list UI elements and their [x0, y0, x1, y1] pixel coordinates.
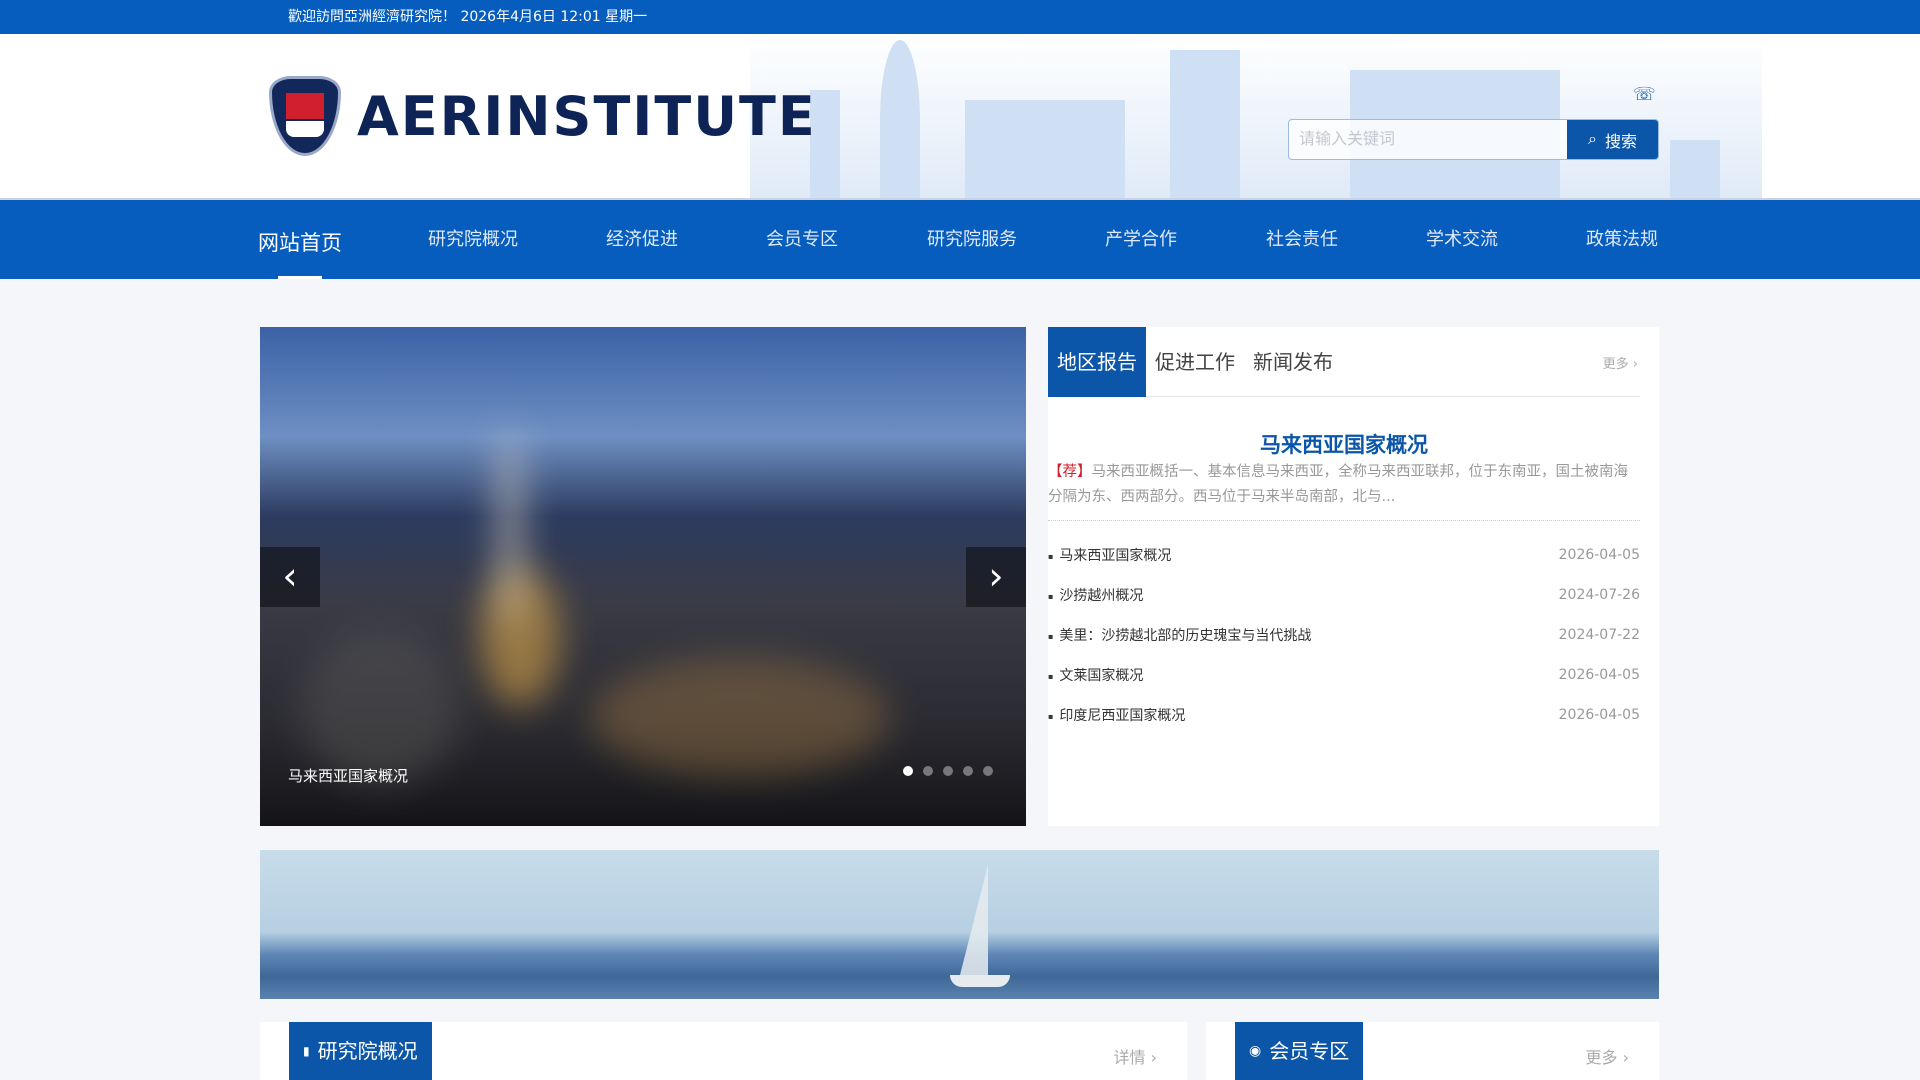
sailboat-banner[interactable]	[260, 850, 1659, 999]
slider-dot[interactable]	[943, 766, 953, 776]
slider-prev-button[interactable]: ‹	[260, 547, 320, 607]
featured-desc: 【荐】马来西亚概括一、基本信息马来西亚，全称马来西亚联邦，位于东南亚，国土被南海…	[1048, 460, 1640, 510]
item-title[interactable]: 美里：沙捞越北部的历史瑰宝与当代挑战	[1048, 625, 1311, 645]
about-card: ▮ 研究院概况 详情 ›	[260, 1022, 1187, 1080]
building-icon: ▮	[303, 1044, 310, 1058]
phone-icon[interactable]: ☏	[1633, 84, 1656, 105]
slider-dot[interactable]	[963, 766, 973, 776]
featured-title[interactable]: 马来西亚国家概况	[1048, 429, 1640, 459]
search-button[interactable]: ⌕ 搜索	[1567, 120, 1658, 159]
item-title[interactable]: 印度尼西亚国家概况	[1048, 705, 1185, 725]
item-title[interactable]: 文莱国家概况	[1048, 665, 1143, 685]
member-card: ◉ 会员专区 更多 ›	[1206, 1022, 1659, 1080]
search-input[interactable]	[1289, 120, 1567, 159]
sail-shape	[960, 865, 988, 975]
list-item[interactable]: 文莱国家概况 2026-04-05	[1048, 655, 1640, 695]
item-date: 2024-07-22	[1558, 627, 1640, 643]
slider-dot[interactable]	[983, 766, 993, 776]
slider-dot[interactable]	[903, 766, 913, 776]
emblem-icon	[269, 76, 341, 156]
nav-industry[interactable]: 产学合作	[1105, 200, 1177, 279]
about-card-title[interactable]: ▮ 研究院概况	[289, 1022, 432, 1080]
more-link[interactable]: 更多 ›	[1603, 353, 1638, 372]
logo[interactable]: AERINSTITUTE	[269, 76, 817, 156]
slider-dots	[903, 766, 993, 776]
tab-promotion[interactable]: 促进工作	[1146, 327, 1244, 397]
tab-press[interactable]: 新闻发布	[1244, 327, 1342, 397]
list-item[interactable]: 沙捞越州概况 2024-07-26	[1048, 575, 1640, 615]
list-item[interactable]: 美里：沙捞越北部的历史瑰宝与当代挑战 2024-07-22	[1048, 615, 1640, 655]
search-label: 搜索	[1604, 133, 1637, 151]
top-bar: 歡迎訪問亞洲經濟研究院！ 2026年4月6日 12:01 星期一	[0, 0, 1920, 34]
skyline-decoration	[750, 34, 1762, 198]
search-icon: ⌕	[1588, 130, 1597, 148]
nav-policy[interactable]: 政策法规	[1586, 200, 1658, 279]
news-tabs: 地区报告 促进工作 新闻发布	[1048, 327, 1640, 397]
nav-services[interactable]: 研究院服务	[927, 200, 1017, 279]
item-date: 2026-04-05	[1558, 667, 1640, 683]
nav-academic[interactable]: 学术交流	[1426, 200, 1498, 279]
list-item[interactable]: 马来西亚国家概况 2026-04-05	[1048, 535, 1640, 575]
nav-social[interactable]: 社会责任	[1266, 200, 1338, 279]
slider-next-button[interactable]: ›	[966, 547, 1026, 607]
nav-economy[interactable]: 经济促进	[606, 200, 678, 279]
search-box: ⌕ 搜索	[1288, 119, 1659, 160]
news-panel: 地区报告 促进工作 新闻发布 更多 › 马来西亚国家概况 【荐】马来西亚概括一、…	[1048, 327, 1659, 826]
welcome-text: 歡迎訪問亞洲經濟研究院！ 2026年4月6日 12:01 星期一	[288, 9, 648, 25]
item-date: 2026-04-05	[1558, 547, 1640, 563]
main-nav: 网站首页 研究院概况 经济促进 会员专区 研究院服务 产学合作 社会责任 学术交…	[0, 200, 1920, 279]
about-title-text: 研究院概况	[317, 1039, 418, 1063]
header: AERINSTITUTE ☏ ⌕ 搜索	[0, 34, 1920, 200]
slide-caption[interactable]: 马来西亚国家概况	[288, 765, 408, 786]
image-slider[interactable]: ‹ › 马来西亚国家概况	[260, 327, 1026, 826]
boat-shape	[950, 975, 1010, 987]
featured-desc-text: 马来西亚概括一、基本信息马来西亚，全称马来西亚联邦，位于东南亚，国土被南海分隔为…	[1048, 464, 1628, 505]
divider	[1048, 520, 1640, 521]
item-date: 2026-04-05	[1558, 707, 1640, 723]
nav-home[interactable]: 网站首页	[258, 200, 342, 279]
target-icon: ◉	[1249, 1043, 1262, 1059]
recommend-tag: 【荐】	[1048, 464, 1092, 480]
nav-members[interactable]: 会员专区	[766, 200, 838, 279]
nav-about[interactable]: 研究院概况	[428, 200, 518, 279]
slider-dot[interactable]	[923, 766, 933, 776]
item-date: 2024-07-26	[1558, 587, 1640, 603]
details-link[interactable]: 详情 ›	[1114, 1044, 1158, 1068]
member-title-text: 会员专区	[1269, 1039, 1350, 1063]
item-title[interactable]: 沙捞越州概况	[1048, 585, 1143, 605]
item-title[interactable]: 马来西亚国家概况	[1048, 545, 1171, 565]
logo-text: AERINSTITUTE	[357, 84, 817, 148]
news-list: 马来西亚国家概况 2026-04-05 沙捞越州概况 2024-07-26 美里：沙…	[1048, 535, 1640, 735]
member-card-title[interactable]: ◉ 会员专区	[1235, 1022, 1364, 1080]
list-item[interactable]: 印度尼西亚国家概况 2026-04-05	[1048, 695, 1640, 735]
tab-regional-reports[interactable]: 地区报告	[1048, 327, 1146, 397]
member-more-link[interactable]: 更多 ›	[1586, 1044, 1630, 1068]
